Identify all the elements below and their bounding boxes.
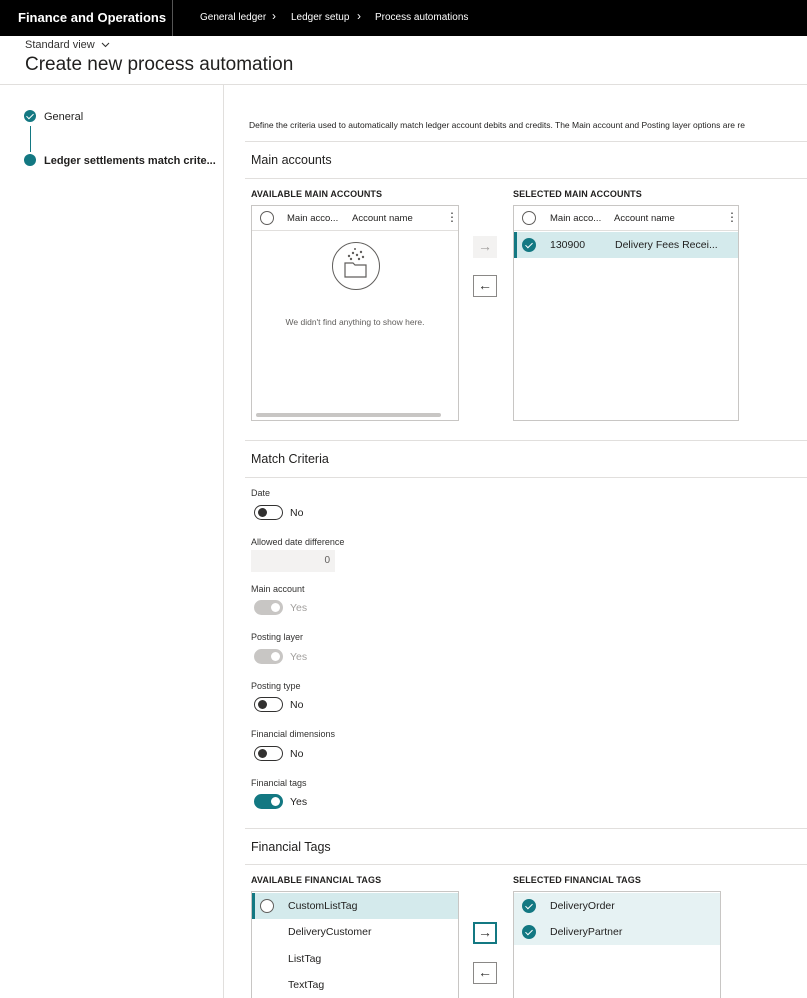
list-item[interactable]: ListTag xyxy=(252,946,458,972)
posting-type-toggle[interactable] xyxy=(254,697,283,712)
step-current-icon xyxy=(24,154,36,166)
grid-header: Main acco... Account name ⋮ xyxy=(514,206,738,231)
main-account-toggle[interactable] xyxy=(254,600,283,615)
match-criteria-title[interactable]: Match Criteria xyxy=(251,452,329,466)
date-toggle[interactable] xyxy=(254,505,283,520)
select-all-radio[interactable] xyxy=(260,211,274,225)
tag-name: DeliveryOrder xyxy=(550,900,615,912)
step-connector xyxy=(30,126,31,152)
remove-financial-tag-button[interactable]: ← xyxy=(473,962,497,984)
section-divider xyxy=(245,141,807,142)
select-all-radio[interactable] xyxy=(522,211,536,225)
horizontal-scrollbar[interactable] xyxy=(256,413,441,417)
grid-header: Main acco... Account name ⋮ xyxy=(252,206,458,231)
add-financial-tag-button[interactable]: → xyxy=(473,922,497,944)
section-divider xyxy=(245,864,807,865)
empty-state: We didn't find anything to show here. xyxy=(252,232,458,412)
available-main-accounts-grid: Main acco... Account name ⋮ We didn't fi… xyxy=(251,205,459,421)
posting-type-label: Posting type xyxy=(251,681,301,691)
tag-name: DeliveryCustomer xyxy=(288,926,372,938)
cell-account-name: Delivery Fees Recei... xyxy=(615,239,718,251)
main-accounts-title[interactable]: Main accounts xyxy=(251,153,332,167)
add-main-account-button[interactable]: → xyxy=(473,236,497,258)
column-account-name[interactable]: Account name xyxy=(352,213,413,224)
financial-dimensions-value: No xyxy=(290,748,304,760)
step-general[interactable]: General xyxy=(44,111,83,123)
selected-financial-tags-list: DeliveryOrder DeliveryPartner xyxy=(513,891,721,998)
breadcrumb-general-ledger[interactable]: General ledger xyxy=(200,12,266,23)
empty-folder-icon xyxy=(332,242,380,290)
posting-type-value: No xyxy=(290,699,304,711)
tag-name: ListTag xyxy=(288,953,322,965)
row-selected-check-icon[interactable] xyxy=(522,925,536,939)
financial-dimensions-label: Financial dimensions xyxy=(251,729,336,739)
column-main-account[interactable]: Main acco... xyxy=(287,213,338,224)
tag-name: DeliveryPartner xyxy=(550,926,623,938)
date-label: Date xyxy=(251,488,271,498)
list-item[interactable]: DeliveryPartner xyxy=(514,919,720,945)
list-item[interactable]: DeliveryCustomer xyxy=(252,919,458,945)
wizard-steps xyxy=(0,85,224,998)
more-options-icon[interactable]: ⋮ xyxy=(726,211,738,223)
tag-name: TextTag xyxy=(288,979,325,991)
page-title: Create new process automation xyxy=(25,54,294,75)
column-main-account[interactable]: Main acco... xyxy=(550,213,601,224)
row-select-radio[interactable] xyxy=(260,899,274,913)
row-selected-check-icon[interactable] xyxy=(522,238,536,252)
remove-main-account-button[interactable]: ← xyxy=(473,275,497,297)
chevron-right-icon: › xyxy=(357,9,361,23)
column-account-name[interactable]: Account name xyxy=(614,213,675,224)
main-account-label: Main account xyxy=(251,584,305,594)
available-financial-tags-list: CustomListTag DeliveryCustomer ListTag T… xyxy=(251,891,459,998)
top-bar: Finance and Operations General ledger › … xyxy=(0,0,807,36)
selected-financial-tags-title: SELECTED FINANCIAL TAGS xyxy=(513,875,641,885)
breadcrumb-process-automations[interactable]: Process automations xyxy=(375,12,468,23)
breadcrumb-ledger-setup[interactable]: Ledger setup xyxy=(291,12,349,23)
available-financial-tags-title: AVAILABLE FINANCIAL TAGS xyxy=(251,875,382,885)
posting-layer-label: Posting layer xyxy=(251,632,304,642)
allowed-date-difference-field[interactable]: 0 xyxy=(251,550,335,572)
app-name[interactable]: Finance and Operations xyxy=(18,10,166,25)
step-complete-icon xyxy=(24,110,36,122)
date-value: No xyxy=(290,507,304,519)
folder-icon xyxy=(344,248,367,278)
selected-main-accounts-grid: Main acco... Account name ⋮ 130900 Deliv… xyxy=(513,205,739,421)
posting-layer-toggle[interactable] xyxy=(254,649,283,664)
section-divider xyxy=(245,477,807,478)
allowed-date-difference-label: Allowed date difference xyxy=(251,537,345,547)
posting-layer-value: Yes xyxy=(290,651,308,663)
main-account-value: Yes xyxy=(290,602,308,614)
financial-tags-toggle[interactable] xyxy=(254,794,283,809)
list-item[interactable]: TextTag xyxy=(252,972,458,998)
list-item[interactable]: CustomListTag xyxy=(252,893,458,919)
tag-name: CustomListTag xyxy=(288,900,358,912)
chevron-down-icon xyxy=(101,42,110,48)
cell-main-account: 130900 xyxy=(550,239,586,251)
financial-tags-label: Financial tags xyxy=(251,778,307,788)
empty-state-text: We didn't find anything to show here. xyxy=(285,317,425,327)
list-item[interactable]: DeliveryOrder xyxy=(514,893,720,919)
table-row[interactable]: 130900 Delivery Fees Recei... xyxy=(514,232,738,258)
view-label: Standard view xyxy=(25,39,95,51)
financial-tags-title[interactable]: Financial Tags xyxy=(251,840,331,854)
more-options-icon[interactable]: ⋮ xyxy=(446,211,458,223)
financial-tags-value: Yes xyxy=(290,796,308,808)
chevron-right-icon: › xyxy=(272,9,276,23)
topbar-divider xyxy=(172,0,173,36)
section-divider xyxy=(245,178,807,179)
available-main-accounts-title: AVAILABLE MAIN ACCOUNTS xyxy=(251,189,383,199)
financial-dimensions-toggle[interactable] xyxy=(254,746,283,761)
section-divider xyxy=(245,440,807,441)
step-ledger-settlements[interactable]: Ledger settlements match crite... xyxy=(44,155,216,167)
view-selector[interactable]: Standard view xyxy=(25,39,110,51)
criteria-description: Define the criteria used to automaticall… xyxy=(249,120,745,130)
section-divider xyxy=(245,828,807,829)
row-selected-check-icon[interactable] xyxy=(522,899,536,913)
selected-main-accounts-title: SELECTED MAIN ACCOUNTS xyxy=(513,189,642,199)
